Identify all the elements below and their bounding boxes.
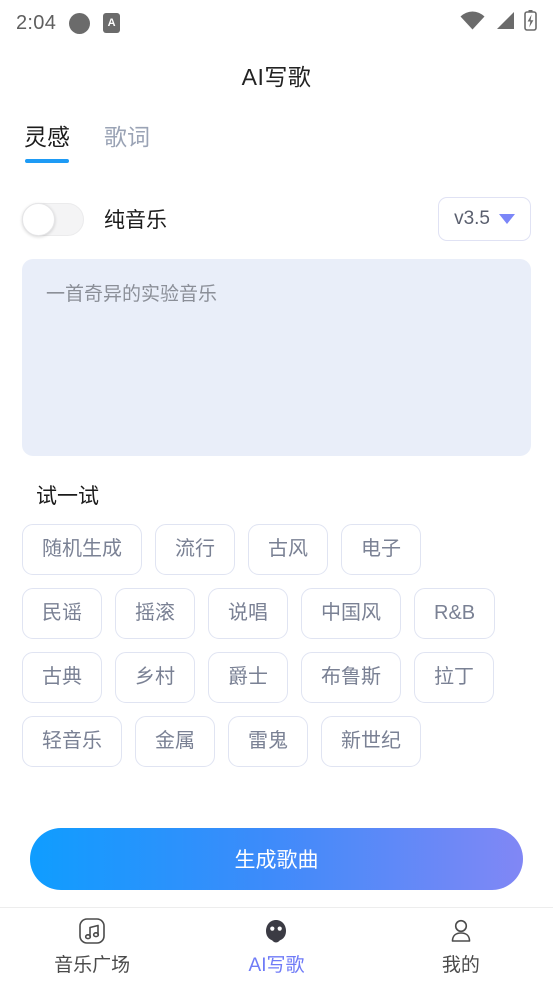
genre-chip[interactable]: 古风 <box>248 524 328 575</box>
genre-chip[interactable]: 轻音乐 <box>22 716 122 767</box>
genre-chip[interactable]: 古典 <box>22 652 102 703</box>
nav-item-ai-songwriting[interactable]: AI写歌 <box>184 916 368 977</box>
pure-music-toggle[interactable] <box>22 202 84 236</box>
genre-chip[interactable]: 流行 <box>155 524 235 575</box>
ai-robot-icon <box>261 916 291 946</box>
pure-music-label: 纯音乐 <box>104 209 167 232</box>
tab-inspiration[interactable]: 灵感 <box>24 118 70 163</box>
genre-chip[interactable]: 民谣 <box>22 588 102 639</box>
circle-icon <box>69 12 91 34</box>
options-row: 纯音乐 v3.5 <box>0 195 553 243</box>
generate-song-button[interactable]: 生成歌曲 <box>30 828 523 890</box>
try-section-title: 试一试 <box>36 485 99 508</box>
genre-chip[interactable]: 乡村 <box>115 652 195 703</box>
page-title: AI写歌 <box>241 64 312 90</box>
status-bar: 2:04 A <box>0 0 553 46</box>
tab-lyrics[interactable]: 歌词 <box>104 118 150 163</box>
genre-chip[interactable]: 爵士 <box>208 652 288 703</box>
bottom-navigation: 音乐广场 AI写歌 我的 <box>0 907 553 984</box>
prompt-input[interactable]: 一首奇异的实验音乐 <box>22 259 531 456</box>
chip-row: 轻音乐 金属 雷鬼 新世纪 <box>22 716 531 767</box>
cellular-signal-icon <box>494 11 515 35</box>
nav-item-profile[interactable]: 我的 <box>369 916 553 977</box>
nav-item-music-square[interactable]: 音乐广场 <box>0 916 184 977</box>
chip-row: 民谣 摇滚 说唱 中国风 R&B <box>22 588 531 639</box>
battery-charging-icon <box>524 10 537 36</box>
genre-chip[interactable]: 金属 <box>135 716 215 767</box>
genre-chip[interactable]: R&B <box>414 588 496 639</box>
chevron-down-icon <box>499 214 515 224</box>
a-badge-icon: A <box>103 13 121 33</box>
person-icon <box>446 916 476 946</box>
genre-chip[interactable]: 拉丁 <box>414 652 494 703</box>
genre-chip[interactable]: 布鲁斯 <box>301 652 401 703</box>
version-value: v3.5 <box>454 208 490 229</box>
nav-label: 音乐广场 <box>54 954 131 976</box>
genre-chip-list: 随机生成 流行 古风 电子 民谣 摇滚 说唱 中国风 R&B 古典 乡村 爵士 … <box>0 524 553 767</box>
genre-chip[interactable]: 电子 <box>341 524 421 575</box>
status-time: 2:04 <box>16 11 57 34</box>
nav-label: AI写歌 <box>248 954 305 976</box>
chip-row: 随机生成 流行 古风 电子 <box>22 524 531 575</box>
genre-chip[interactable]: 雷鬼 <box>228 716 308 767</box>
genre-chip[interactable]: 中国风 <box>301 588 401 639</box>
toggle-knob <box>22 202 55 236</box>
chip-row: 古典 乡村 爵士 布鲁斯 拉丁 <box>22 652 531 703</box>
wifi-icon <box>460 11 485 35</box>
version-select[interactable]: v3.5 <box>438 197 531 241</box>
status-bar-right <box>460 10 537 36</box>
genre-chip[interactable]: 摇滚 <box>115 588 195 639</box>
prompt-placeholder: 一首奇异的实验音乐 <box>46 284 218 305</box>
nav-label: 我的 <box>441 954 480 976</box>
music-square-icon <box>77 916 107 946</box>
tab-bar: 灵感 歌词 <box>0 118 553 163</box>
genre-chip[interactable]: 说唱 <box>208 588 288 639</box>
status-bar-left: 2:04 A <box>16 11 121 35</box>
genre-chip[interactable]: 新世纪 <box>321 716 421 767</box>
genre-chip[interactable]: 随机生成 <box>22 524 142 575</box>
